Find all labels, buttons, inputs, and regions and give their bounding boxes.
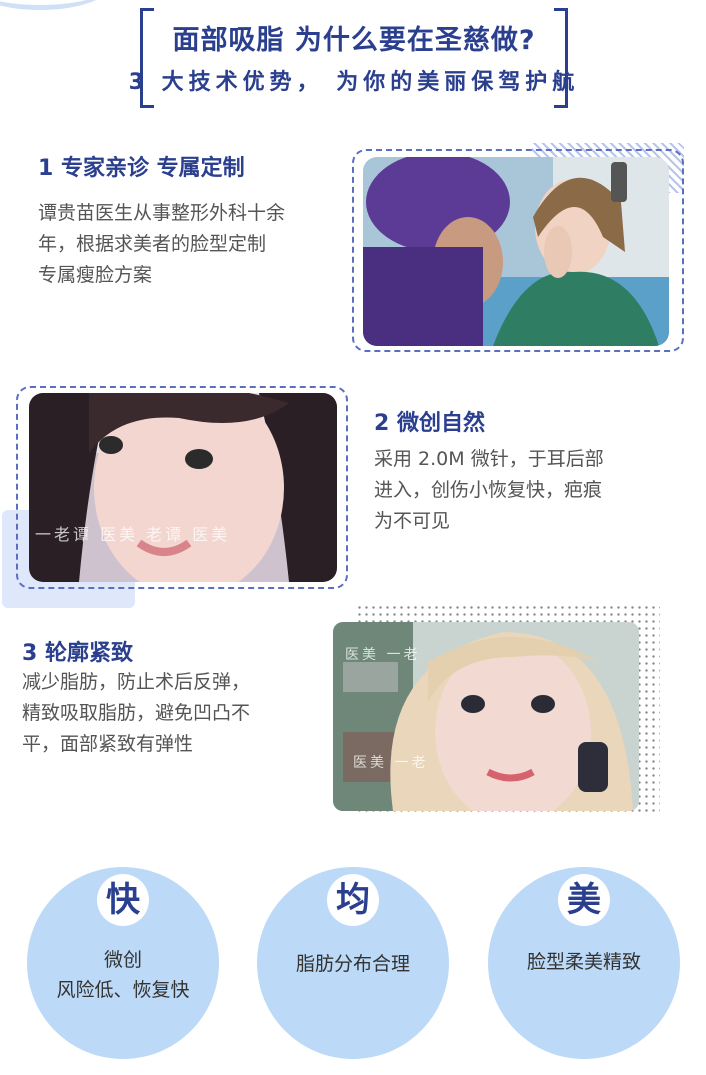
desc-line: 减少脂肪，防止术后反弹， [22, 671, 251, 693]
desc-line: 年，根据求美者的脸型定制 [38, 233, 267, 255]
watermark-text: 医美 一老 [353, 755, 429, 771]
section-1-desc: 谭贵苗医生从事整形外科十余 年，根据求美者的脸型定制 专属瘦脸方案 [38, 198, 285, 291]
feature-text: 脸型柔美精致 [488, 947, 680, 977]
feature-text: 脂肪分布合理 [257, 949, 449, 979]
page-title: 面部吸脂 为什么要在圣慈做? [172, 25, 536, 56]
feature-line: 微创 [103, 949, 142, 971]
desc-line: 平，面部紧致有弹性 [22, 733, 194, 755]
feature-line: 脂肪分布合理 [295, 953, 410, 975]
desc-line: 谭贵苗医生从事整形外科十余 [38, 202, 286, 224]
result-selfie-photo: 医美 一老 医美 一老 [333, 622, 639, 811]
feature-circle-beauty: 美 脸型柔美精致 [488, 867, 680, 1059]
desc-line: 进入，创伤小恢复快，疤痕 [374, 479, 603, 501]
feature-badge: 快 [97, 874, 149, 926]
section-3-desc: 减少脂肪，防止术后反弹， 精致吸取脂肪，避免凹凸不 平，面部紧致有弹性 [22, 667, 250, 760]
face-closeup-photo: 一老谭 医美 老谭 医美 [29, 393, 337, 582]
feature-line: 风险低、恢复快 [56, 979, 190, 1001]
page-subtitle: 3 大技术优势， 为你的美丽保驾护航 [128, 70, 580, 95]
desc-line: 专属瘦脸方案 [38, 264, 153, 286]
doctor-consultation-photo [363, 157, 669, 346]
feature-circle-even: 均 脂肪分布合理 [257, 867, 449, 1059]
feature-badge: 美 [558, 874, 610, 926]
header: 面部吸脂 为什么要在圣慈做? 3 大技术优势， 为你的美丽保驾护航 [129, 8, 574, 108]
desc-line: 采用 2.0M 微针，于耳后部 [374, 448, 604, 470]
desc-line: 精致吸取脂肪，避免凹凸不 [22, 702, 251, 724]
section-1-title: 1 专家亲诊 专属定制 [38, 156, 245, 181]
section-2-title: 2 微创自然 [374, 411, 485, 436]
section-3-title: 3 轮廓紧致 [22, 641, 133, 666]
decorative-arc [0, 0, 110, 10]
feature-text: 微创 风险低、恢复快 [27, 945, 219, 1005]
watermark-text: 医美 一老 [345, 647, 421, 663]
watermark-text: 一老谭 医美 老谭 医美 [35, 525, 231, 544]
desc-line: 为不可见 [374, 510, 451, 532]
feature-line: 脸型柔美精致 [526, 951, 641, 973]
feature-badge: 均 [327, 874, 379, 926]
section-2-desc: 采用 2.0M 微针，于耳后部 进入，创伤小恢复快，疤痕 为不可见 [374, 444, 604, 537]
feature-circle-fast: 快 微创 风险低、恢复快 [27, 867, 219, 1059]
